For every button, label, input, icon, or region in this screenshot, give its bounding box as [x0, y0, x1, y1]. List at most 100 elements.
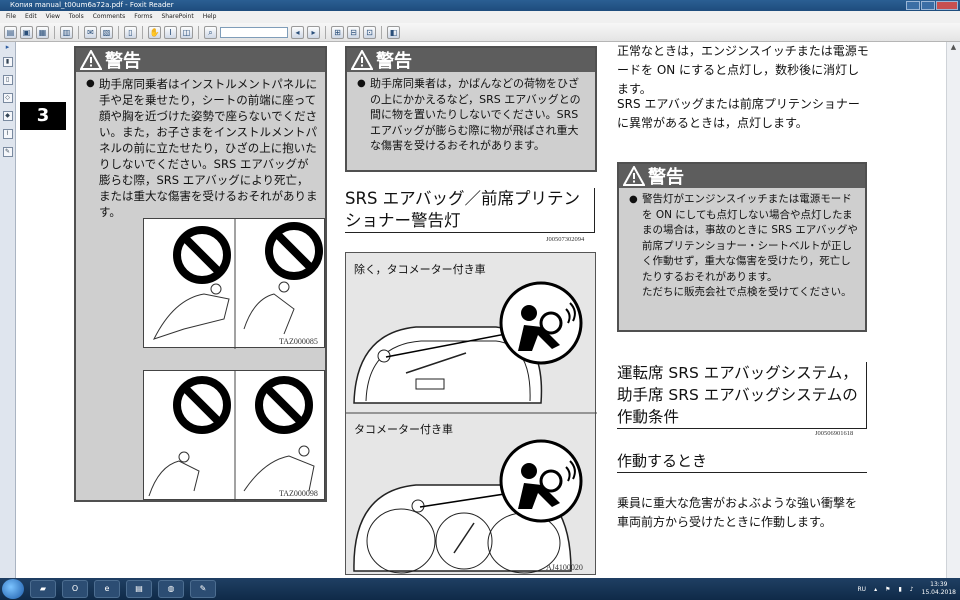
attachments-icon[interactable]: ⌇	[2, 129, 13, 139]
prohibited-illustration-1	[153, 219, 323, 349]
minimize-button[interactable]	[906, 1, 920, 10]
toolbar-separator	[142, 25, 143, 39]
panel-label-with-tacho: タコメーター付き車	[354, 423, 453, 436]
foxit-reader-window: Копия manual_t00um6a72a.pdf - Foxit Read…	[0, 0, 960, 600]
tray-arrow-icon[interactable]: ▴	[874, 586, 877, 593]
file-manager-icon[interactable]: ▤	[126, 580, 152, 598]
warning-body: 助手席同乗者は，かばんなどの荷物をひざの上にかかえるなど，SRS エアバッグとの…	[347, 72, 595, 158]
warning-label: 警告	[648, 167, 684, 188]
menu-tools[interactable]: Tools	[69, 11, 84, 23]
fit-page-icon[interactable]: ⊞	[331, 25, 344, 39]
layers-icon[interactable]: ◇	[2, 93, 13, 103]
warning-header: 警告	[619, 164, 865, 188]
maximize-button[interactable]	[921, 1, 935, 10]
image-code: TAZ000085	[279, 337, 318, 346]
warning-label: 警告	[376, 51, 412, 72]
subheading-when-activated: 作動するとき	[617, 450, 867, 473]
convert-icon[interactable]: ◧	[387, 25, 400, 39]
window-controls	[906, 1, 958, 10]
warning-text-advice: ただちに販売会社で点検を受けてください。	[642, 286, 852, 298]
search-input[interactable]	[220, 26, 288, 38]
language-indicator[interactable]: RU	[858, 586, 867, 593]
menu-forms[interactable]: Forms	[134, 11, 152, 23]
toolbar: ▤ ▣ ▦ ▥ ✉ ▧ ▯ ✋ I ◫ ⌕ ◂ ▸ ⊞ ⊟ ⊡ ◧	[0, 23, 960, 42]
image-code: TAZ000098	[279, 489, 318, 498]
title-bar[interactable]: Копия manual_t00um6a72a.pdf - Foxit Read…	[0, 0, 960, 11]
panel-collapse-icon[interactable]: ▸	[0, 43, 15, 51]
signatures-icon[interactable]: ✎	[2, 147, 13, 157]
warning-header: 警告	[76, 48, 325, 72]
menu-file[interactable]: File	[6, 11, 16, 23]
toolbar-separator	[78, 25, 79, 39]
warning-header: 警告	[347, 48, 595, 72]
paragraph-activation: 乗員に重大な危害がおよぶような強い衝撃を車両前方から受けたときに作動します。	[617, 496, 858, 529]
pages-icon[interactable]: ▯	[2, 75, 13, 85]
menu-comments[interactable]: Comments	[93, 11, 126, 23]
comments-icon[interactable]: ◆	[2, 111, 13, 121]
paragraph-normal-behavior: 正常なときは，エンジンスイッチまたは電源モードを ON にすると点灯し，数秒後に…	[617, 44, 869, 96]
close-button[interactable]	[936, 1, 958, 10]
menu-edit[interactable]: Edit	[25, 11, 37, 23]
scroll-up-icon[interactable]: ▲	[948, 43, 960, 55]
actual-size-icon[interactable]: ⊡	[363, 25, 376, 39]
flag-icon[interactable]: ⚑	[885, 586, 890, 593]
illustration-panel-1: TAZ000085	[143, 218, 325, 349]
chapter-tab: 3	[20, 102, 66, 130]
menu-help[interactable]: Help	[203, 11, 217, 23]
no-symbol-icon	[255, 376, 313, 434]
network-icon[interactable]: ▮	[898, 586, 901, 593]
toolbar-separator	[198, 25, 199, 39]
system-tray: RU ▴ ⚑ ▮ ♪ 13:39 15.04.2018	[858, 578, 960, 600]
prohibited-illustration-2	[148, 371, 315, 501]
warning-box-2: 警告 助手席同乗者は，かばんなどの荷物をひざの上にかかえるなど，SRS エアバッ…	[345, 46, 597, 172]
image-code: AJ4100020	[546, 563, 583, 572]
toolbar-separator	[325, 25, 326, 39]
warning-text: 助手席同乗者はインストルメントパネルに手や足を乗せたり，シートの前端に座って顔や…	[86, 76, 319, 220]
internet-explorer-icon[interactable]: e	[94, 580, 120, 598]
email-icon[interactable]: ✉	[84, 25, 97, 39]
find-icon[interactable]: ⌕	[204, 25, 217, 39]
no-symbol-icon	[265, 222, 323, 280]
warning-box-3: 警告 警告灯がエンジンスイッチまたは電源モードを ON にしても点灯しない場合や…	[617, 162, 867, 332]
warning-triangle-icon	[350, 48, 374, 70]
volume-icon[interactable]: ♪	[910, 586, 914, 593]
find-next-icon[interactable]: ▸	[307, 25, 320, 39]
app-icon[interactable]: ◍	[158, 580, 184, 598]
start-button[interactable]	[2, 579, 24, 599]
no-symbol-icon	[173, 226, 231, 284]
clock-time: 13:39	[930, 581, 948, 588]
clock[interactable]: 13:39 15.04.2018	[922, 581, 956, 597]
window-title: Копия manual_t00um6a72a.pdf - Foxit Read…	[10, 1, 174, 9]
clock-date: 15.04.2018	[921, 589, 956, 596]
find-prev-icon[interactable]: ◂	[291, 25, 304, 39]
warning-body: 警告灯がエンジンスイッチまたは電源モードを ON にしても点灯しない場合や点灯し…	[619, 188, 865, 305]
foxit-reader-task-icon[interactable]: ✎	[190, 580, 216, 598]
select-text-icon[interactable]: I	[164, 25, 177, 39]
illustration-panel-2: TAZ000098	[143, 370, 325, 501]
meter-illustration-panel: 除く，タコメーター付き車 タコメーター付き車 AJ4100020	[345, 252, 597, 575]
opera-icon[interactable]: O	[62, 580, 88, 598]
vertical-scrollbar[interactable]: ▲	[946, 42, 960, 578]
meter-drawing	[346, 281, 597, 574]
menu-view[interactable]: View	[46, 11, 60, 23]
hand-tool-icon[interactable]: ✋	[148, 25, 161, 39]
warning-body: 助手席同乗者はインストルメントパネルに手や足を乗せたり，シートの前端に座って顔や…	[76, 72, 325, 224]
explorer-icon[interactable]: ▰	[30, 580, 56, 598]
fit-width-icon[interactable]: ⊟	[347, 25, 360, 39]
section-code: J00506901618	[815, 430, 854, 437]
snapshot-icon[interactable]: ◫	[180, 25, 193, 39]
page-icon[interactable]: ▯	[124, 25, 137, 39]
warning-text: 助手席同乗者は，かばんなどの荷物をひざの上にかかえるなど，SRS エアバッグとの…	[357, 76, 589, 154]
print-icon[interactable]: ▥	[60, 25, 73, 39]
bookmarks-icon[interactable]: ▮	[2, 57, 13, 67]
section-heading-operating-conditions: 運転席 SRS エアバッグシステム，助手席 SRS エアバッグシステムの作動条件	[617, 362, 867, 429]
warning-triangle-icon	[622, 164, 646, 186]
save-icon[interactable]: ▣	[20, 25, 33, 39]
save-as-icon[interactable]: ▦	[36, 25, 49, 39]
no-symbol-icon	[173, 376, 231, 434]
scan-icon[interactable]: ▧	[100, 25, 113, 39]
menu-sharepoint[interactable]: SharePoint	[161, 11, 193, 23]
toolbar-separator	[54, 25, 55, 39]
open-icon[interactable]: ▤	[4, 25, 17, 39]
warning-text: 警告灯がエンジンスイッチまたは電源モードを ON にしても点灯しない場合や点灯し…	[629, 192, 859, 301]
